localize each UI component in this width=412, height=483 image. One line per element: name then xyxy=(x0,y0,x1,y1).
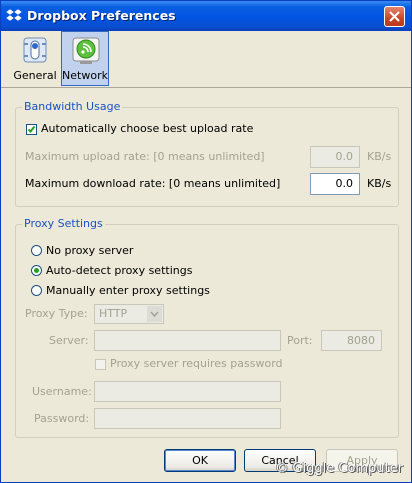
proxy-requires-password-label[interactable]: Proxy server requires password xyxy=(110,357,283,370)
upload-rate-label: Maximum upload rate: [0 means unlimited] xyxy=(25,150,265,163)
tab-network[interactable]: Network xyxy=(61,31,109,86)
proxy-requires-password-checkbox[interactable] xyxy=(95,359,106,370)
upload-rate-unit: KB/s xyxy=(367,150,392,163)
auto-detect-proxy-label[interactable]: Auto-detect proxy settings xyxy=(46,264,192,277)
username-label: Username: xyxy=(32,385,92,398)
tab-general-label: General xyxy=(13,69,57,82)
proxy-type-label: Proxy Type: xyxy=(25,307,88,320)
proxy-type-value: HTTP xyxy=(99,307,128,320)
checkmark-icon xyxy=(27,125,36,133)
auto-upload-rate-label[interactable]: Automatically choose best upload rate xyxy=(41,122,253,135)
general-switch-icon xyxy=(23,37,47,63)
bandwidth-group-title: Bandwidth Usage xyxy=(22,100,123,114)
upload-rate-input[interactable]: 0.0 xyxy=(310,146,360,168)
no-proxy-radio[interactable] xyxy=(31,245,42,256)
auto-upload-rate-checkbox[interactable] xyxy=(26,124,37,135)
ok-button[interactable]: OK xyxy=(164,449,236,472)
proxy-group-title: Proxy Settings xyxy=(22,217,105,231)
download-rate-input[interactable]: 0.0 xyxy=(310,173,360,195)
tab-network-label: Network xyxy=(62,69,108,82)
close-button[interactable] xyxy=(384,6,405,27)
preferences-toolbar: General Network xyxy=(1,31,411,88)
watermark: © Giggle Computer xyxy=(275,461,403,476)
download-rate-label: Maximum download rate: [0 means unlimite… xyxy=(25,177,281,190)
no-proxy-label[interactable]: No proxy server xyxy=(46,244,133,257)
chevron-down-icon xyxy=(147,306,162,322)
auto-detect-proxy-radio[interactable] xyxy=(31,265,42,276)
tab-general[interactable]: General xyxy=(11,31,59,86)
download-rate-unit: KB/s xyxy=(367,177,392,190)
password-label: Password: xyxy=(34,412,90,425)
username-input[interactable] xyxy=(94,381,281,402)
manual-proxy-radio[interactable] xyxy=(31,285,42,296)
close-icon xyxy=(389,11,400,22)
server-label: Server: xyxy=(49,334,89,347)
window-title: Dropbox Preferences xyxy=(27,8,176,23)
server-input[interactable] xyxy=(94,330,281,351)
password-input[interactable] xyxy=(94,408,281,429)
network-icon xyxy=(72,37,100,64)
proxy-type-select[interactable]: HTTP xyxy=(94,304,164,324)
title-bar[interactable]: Dropbox Preferences xyxy=(1,1,411,31)
dropbox-icon xyxy=(6,8,22,22)
port-label: Port: xyxy=(287,334,313,347)
manual-proxy-label[interactable]: Manually enter proxy settings xyxy=(46,284,210,297)
port-input[interactable]: 8080 xyxy=(321,330,382,351)
preferences-window: Dropbox Preferences General Network Band… xyxy=(0,0,412,483)
